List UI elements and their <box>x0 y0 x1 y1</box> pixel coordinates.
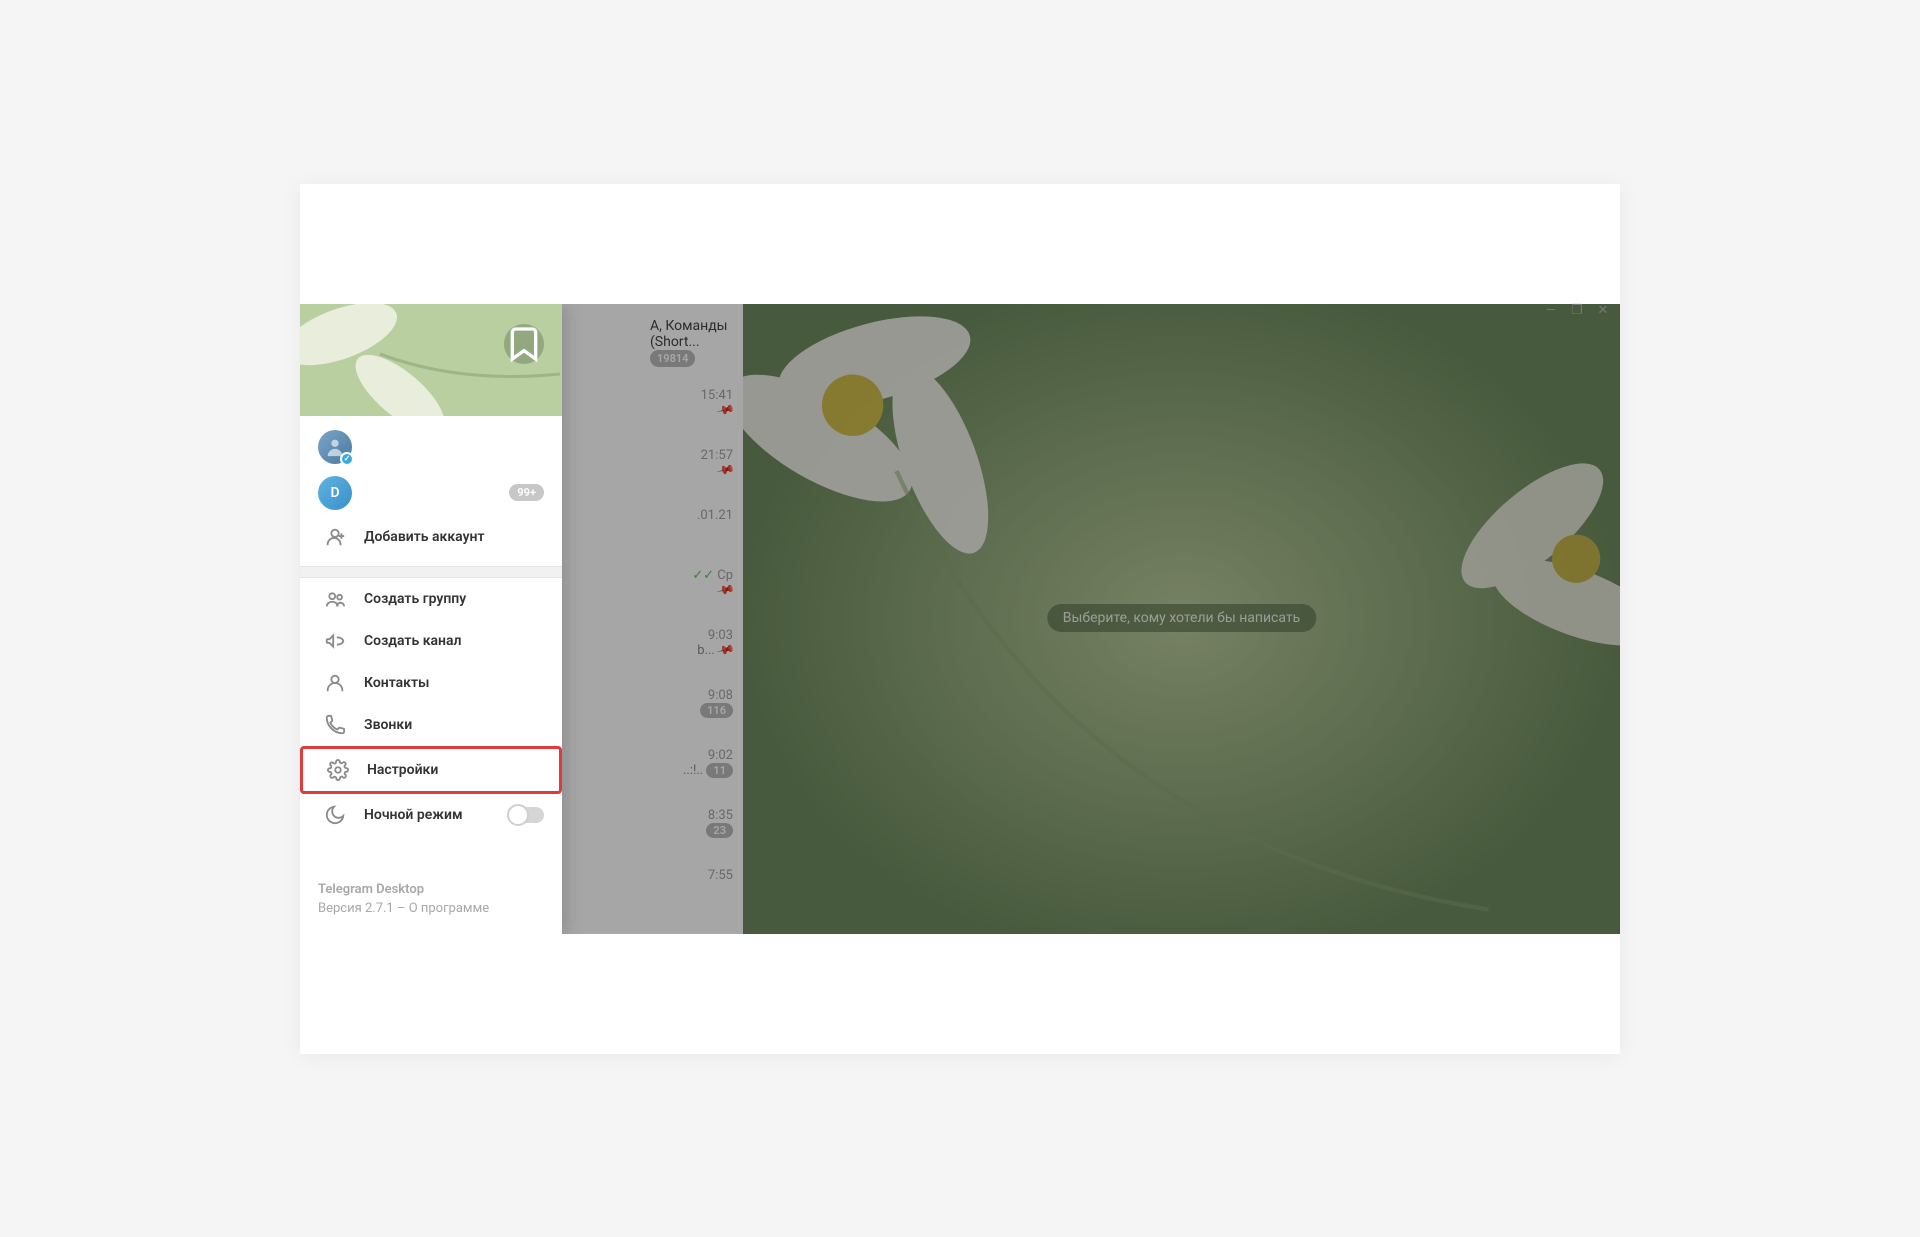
new-channel-button[interactable]: Создать канал <box>300 620 562 662</box>
night-mode-toggle[interactable]: Ночной режим <box>300 794 562 836</box>
main-menu-drawer: D 99+ Добавить аккаунт Создать группу Со… <box>300 304 562 934</box>
close-button[interactable]: ✕ <box>1594 302 1612 320</box>
verified-icon <box>340 452 354 466</box>
window-controls: — ❐ ✕ <box>1542 302 1612 320</box>
accounts-section: D 99+ Добавить аккаунт <box>300 416 562 566</box>
drawer-header <box>300 304 562 416</box>
menu-label: Ночной режим <box>364 807 463 823</box>
menu-label: Настройки <box>367 762 438 778</box>
menu-label: Создать канал <box>364 633 461 649</box>
app-window: А, Команды (Short... 19814 15:41📌 21:57📌… <box>300 304 1620 934</box>
saved-messages-button[interactable] <box>504 324 544 364</box>
phone-icon <box>318 714 352 736</box>
megaphone-icon <box>318 630 352 652</box>
add-account-icon <box>318 526 352 548</box>
settings-button[interactable]: Настройки <box>300 746 562 794</box>
group-icon <box>318 588 352 610</box>
menu-label: Добавить аккаунт <box>364 529 485 545</box>
calls-button[interactable]: Звонки <box>300 704 562 746</box>
toggle-switch[interactable] <box>508 807 544 823</box>
gear-icon <box>321 759 355 781</box>
avatar: D <box>318 476 352 510</box>
toggle-knob <box>507 804 529 826</box>
app-name: Telegram Desktop <box>318 882 544 897</box>
maximize-button[interactable]: ❐ <box>1568 302 1586 320</box>
account-badge: 99+ <box>509 484 544 501</box>
add-account-button[interactable]: Добавить аккаунт <box>300 516 562 558</box>
avatar <box>318 430 352 464</box>
account-item[interactable] <box>300 424 562 470</box>
minimize-button[interactable]: — <box>1542 302 1560 320</box>
moon-icon <box>318 804 352 826</box>
menu-label: Звонки <box>364 717 412 733</box>
account-item[interactable]: D 99+ <box>300 470 562 516</box>
app-version[interactable]: Версия 2.7.1 – О программе <box>318 901 544 916</box>
contacts-button[interactable]: Контакты <box>300 662 562 704</box>
menu-separator <box>300 566 562 578</box>
menu-label: Контакты <box>364 675 429 691</box>
new-group-button[interactable]: Создать группу <box>300 578 562 620</box>
bookmark-icon <box>504 324 544 364</box>
drawer-footer: Telegram Desktop Версия 2.7.1 – О програ… <box>300 868 562 934</box>
menu-label: Создать группу <box>364 591 466 607</box>
person-icon <box>318 672 352 694</box>
